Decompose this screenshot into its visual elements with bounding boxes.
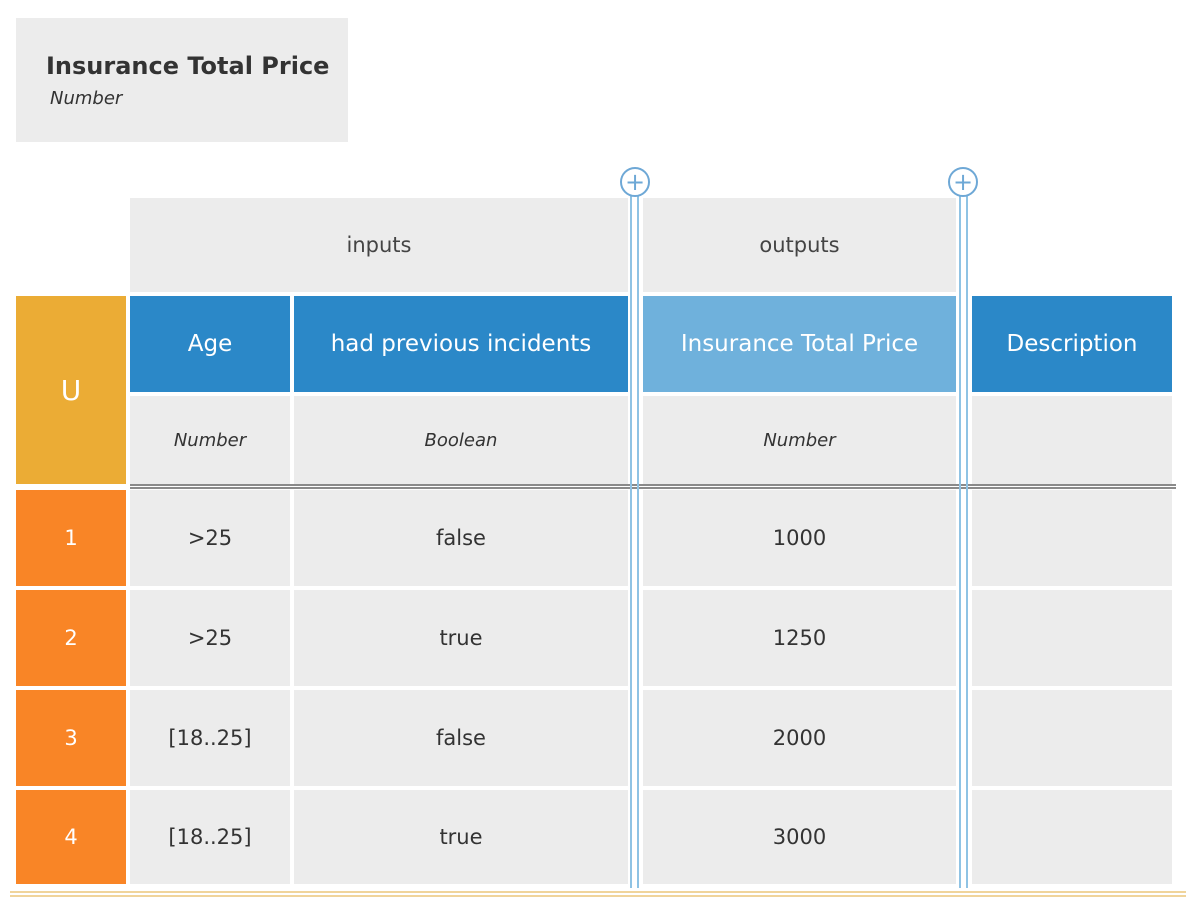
rule-cell-incidents[interactable]: false: [294, 690, 628, 786]
rule-cell-age[interactable]: [18..25]: [130, 690, 290, 786]
input-header-age[interactable]: Age: [130, 296, 290, 392]
add-output-column-button[interactable]: +: [948, 167, 978, 197]
rule-cell-incidents[interactable]: true: [294, 590, 628, 686]
rule-cell-age[interactable]: >25: [130, 490, 290, 586]
rule-cell-price[interactable]: 2000: [643, 690, 956, 786]
rule-cell-description[interactable]: [972, 490, 1172, 586]
type-cell-incidents[interactable]: Boolean: [294, 396, 628, 484]
input-header-incidents[interactable]: had previous incidents: [294, 296, 628, 392]
rule-cell-description[interactable]: [972, 790, 1172, 884]
output-annotation-separator: [959, 196, 968, 888]
type-cell-price[interactable]: Number: [643, 396, 956, 484]
type-cell-age[interactable]: Number: [130, 396, 290, 484]
header-separator: [130, 484, 1176, 489]
row-number[interactable]: 4: [16, 790, 126, 884]
decision-type: Number: [50, 88, 123, 109]
decision-name-box[interactable]: Insurance Total Price Number: [16, 18, 348, 142]
annotation-header-description[interactable]: Description: [972, 296, 1172, 392]
hit-policy-cell[interactable]: U: [16, 296, 126, 484]
outputs-group-header: outputs: [643, 198, 956, 292]
rule-cell-price[interactable]: 1250: [643, 590, 956, 686]
rule-cell-price[interactable]: 3000: [643, 790, 956, 884]
rule-cell-incidents[interactable]: false: [294, 490, 628, 586]
rule-cell-description[interactable]: [972, 590, 1172, 686]
type-cell-description[interactable]: [972, 396, 1172, 484]
add-input-column-button[interactable]: +: [620, 167, 650, 197]
row-number[interactable]: 1: [16, 490, 126, 586]
rule-cell-incidents[interactable]: true: [294, 790, 628, 884]
row-number[interactable]: 2: [16, 590, 126, 686]
input-output-separator: [630, 196, 639, 888]
add-rule-divider[interactable]: [10, 891, 1186, 897]
rule-cell-age[interactable]: [18..25]: [130, 790, 290, 884]
rule-cell-age[interactable]: >25: [130, 590, 290, 686]
rule-cell-description[interactable]: [972, 690, 1172, 786]
decision-name[interactable]: Insurance Total Price: [46, 52, 329, 80]
row-number[interactable]: 3: [16, 690, 126, 786]
inputs-group-header: inputs: [130, 198, 628, 292]
output-header-price[interactable]: Insurance Total Price: [643, 296, 956, 392]
rule-cell-price[interactable]: 1000: [643, 490, 956, 586]
